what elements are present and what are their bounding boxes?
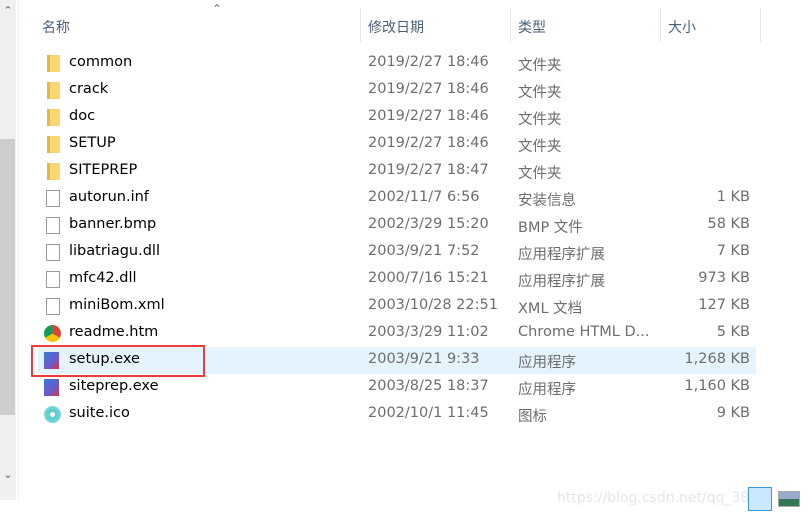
column-divider[interactable] [360,8,361,42]
file-row[interactable]: common 2019/2/27 18:46 文件夹 [38,50,756,77]
chrome-icon [44,325,61,342]
file-modified: 2000/7/16 15:21 [368,270,489,286]
file-icon [46,298,60,315]
folder-icon [47,109,60,126]
scrollbar-thumb[interactable] [0,139,15,415]
file-name: mfc42.dll [69,270,137,286]
file-name: doc [69,108,96,124]
file-type: Chrome HTML D... [518,324,650,340]
file-modified: 2003/8/25 18:37 [368,378,489,394]
file-type: 文件夹 [518,85,562,101]
file-type: 图标 [518,409,547,425]
file-size: 5 KB [716,324,750,340]
file-row[interactable]: crack 2019/2/27 18:46 文件夹 [38,77,756,104]
column-header: ⌃ 名称 修改日期 类型 大小 [20,0,808,50]
file-type: 安装信息 [518,193,576,209]
file-size: 58 KB [707,216,750,232]
column-type[interactable]: 类型 [518,17,546,37]
file-name: crack [69,81,109,97]
divider [18,0,19,500]
file-size: 1,160 KB [684,378,750,394]
watermark: https://blog.csdn.net/qq_38 [557,490,750,506]
details-view-button[interactable] [748,487,772,511]
column-size[interactable]: 大小 [668,17,696,37]
file-name: autorun.inf [69,189,149,205]
file-type: 应用程序 [518,355,576,371]
column-divider[interactable] [510,8,511,42]
highlight-box [31,345,205,377]
dll-file-icon [46,244,60,261]
file-size: 127 KB [698,297,750,313]
file-type: XML 文档 [518,301,583,317]
file-row[interactable]: siteprep.exe 2003/8/25 18:37 应用程序 1,160 KB [38,374,756,401]
file-row[interactable]: doc 2019/2/27 18:46 文件夹 [38,104,756,131]
file-row[interactable]: readme.htm 2003/3/29 11:02 Chrome HTML D..… [38,320,756,347]
file-row[interactable]: autorun.inf 2002/11/7 6:56 安装信息 1 KB [38,185,756,212]
file-size: 7 KB [716,243,750,259]
file-type: 文件夹 [518,58,562,74]
file-modified: 2019/2/27 18:46 [368,135,489,151]
file-type: BMP 文件 [518,220,583,236]
file-row[interactable]: SETUP 2019/2/27 18:46 文件夹 [38,131,756,158]
scroll-up-icon[interactable]: ⌃ [0,4,16,17]
file-modified: 2003/9/21 7:52 [368,243,480,259]
file-name: SETUP [69,135,116,151]
vertical-scrollbar[interactable]: ⌃ ⌄ [0,0,16,500]
file-name: suite.ico [69,405,130,421]
file-size: 973 KB [698,270,750,286]
file-modified: 2002/10/1 11:45 [368,405,489,421]
large-icons-view-button[interactable] [778,491,800,507]
dll-file-icon [46,271,60,288]
settings-file-icon [46,190,60,207]
file-name: miniBom.xml [69,297,165,313]
file-type: 应用程序 [518,382,576,398]
file-modified: 2019/2/27 18:46 [368,54,489,70]
file-modified: 2002/3/29 15:20 [368,216,489,232]
installer-icon [44,379,59,396]
folder-icon [47,82,60,99]
sort-ascending-icon: ⌃ [212,2,223,16]
file-type: 文件夹 [518,166,562,182]
file-row[interactable]: mfc42.dll 2000/7/16 15:21 应用程序扩展 973 KB [38,266,756,293]
file-type: 文件夹 [518,112,562,128]
folder-icon [47,136,60,153]
file-modified: 2003/3/29 11:02 [368,324,489,340]
file-modified: 2019/2/27 18:47 [368,162,489,178]
file-name: banner.bmp [69,216,157,232]
image-file-icon [46,217,60,234]
file-type: 应用程序扩展 [518,247,605,263]
file-type: 文件夹 [518,139,562,155]
file-modified: 2019/2/27 18:46 [368,108,489,124]
file-modified: 2019/2/27 18:46 [368,81,489,97]
file-row[interactable]: libatriagu.dll 2003/9/21 7:52 应用程序扩展 7 KB [38,239,756,266]
file-size: 1 KB [716,189,750,205]
file-row[interactable]: banner.bmp 2002/3/29 15:20 BMP 文件 58 KB [38,212,756,239]
file-name: readme.htm [69,324,159,340]
file-name: SITEPREP [69,162,138,178]
column-divider[interactable] [760,8,761,42]
column-modified[interactable]: 修改日期 [368,17,424,37]
file-name: libatriagu.dll [69,243,160,259]
file-row[interactable]: SITEPREP 2019/2/27 18:47 文件夹 [38,158,756,185]
folder-icon [47,163,60,180]
file-size: 1,268 KB [684,351,750,367]
file-type: 应用程序扩展 [518,274,605,290]
file-size: 9 KB [716,405,750,421]
file-row[interactable]: miniBom.xml 2003/10/28 22:51 XML 文档 127 KB [38,293,756,320]
file-name: common [69,54,133,70]
file-row[interactable]: suite.ico 2002/10/1 11:45 图标 9 KB [38,401,756,428]
column-divider[interactable] [660,8,661,42]
scroll-down-icon[interactable]: ⌄ [0,468,16,481]
file-modified: 2003/10/28 22:51 [368,297,498,313]
column-name[interactable]: 名称 [42,17,70,37]
disc-icon [44,406,61,423]
file-modified: 2003/9/21 9:33 [368,351,480,367]
folder-icon [47,55,60,72]
file-modified: 2002/11/7 6:56 [368,189,480,205]
file-name: siteprep.exe [69,378,159,394]
